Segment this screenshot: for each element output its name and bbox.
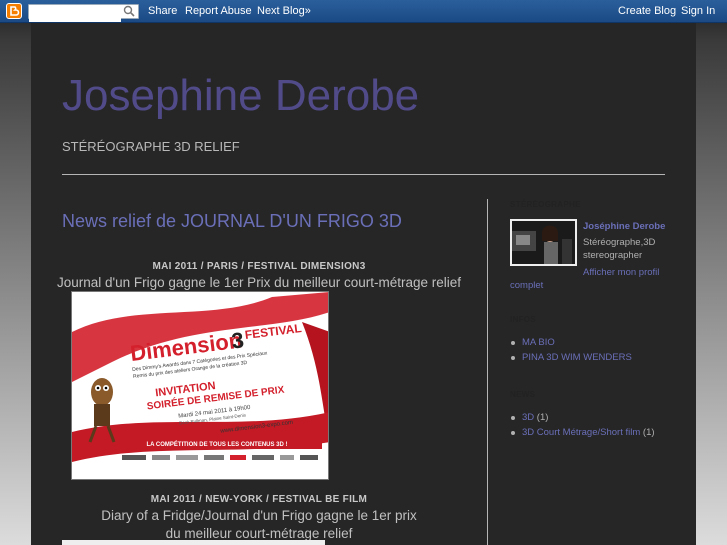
- second-image-edge[interactable]: [62, 540, 325, 545]
- festival-flyer-image[interactable]: LA COMPÉTITION DE TOUS LES CONTENUS 3D !…: [71, 291, 329, 480]
- view-profile-link[interactable]: Afficher mon profil: [583, 267, 659, 278]
- entry-text-line: du meilleur court-métrage relief: [165, 526, 353, 541]
- news-item: 3D Court Métrage/Short film (1): [522, 427, 655, 438]
- post-title[interactable]: News relief de JOURNAL D'UN FRIGO 3D: [62, 211, 402, 232]
- blog-title[interactable]: Josephine Derobe: [62, 71, 419, 121]
- news-item: 3D (1): [522, 412, 548, 423]
- blog-container: Josephine Derobe STÉRÉOGRAPHE 3D RELIEF …: [31, 23, 696, 545]
- search-input[interactable]: [29, 9, 121, 22]
- entry-text-line: Diary of a Fridge/Journal d'un Frigo gag…: [101, 508, 417, 523]
- entry-date-line: MAI 2011 / PARIS / FESTIVAL DIMENSION3: [152, 261, 366, 272]
- profile-photo-graphic: [512, 221, 575, 264]
- bullet-icon: [511, 341, 515, 345]
- blog-description: STÉRÉOGRAPHE 3D RELIEF: [62, 139, 240, 154]
- flyer-graphic: LA COMPÉTITION DE TOUS LES CONTENUS 3D !…: [72, 292, 328, 479]
- bullet-icon: [511, 356, 515, 360]
- entry-date-line: MAI 2011 / NEW-YORK / FESTIVAL BE FILM: [150, 494, 368, 505]
- sidebar-heading-news: NEWS: [510, 390, 536, 399]
- infos-link-bio[interactable]: MA BIO: [522, 337, 555, 348]
- infos-link-pina[interactable]: PINA 3D WIM WENDERS: [522, 352, 632, 363]
- header-divider: [62, 174, 665, 175]
- share-link[interactable]: Share: [148, 5, 177, 17]
- search-icon[interactable]: [123, 5, 136, 18]
- profile-desc: Stéréographe,3D: [583, 237, 656, 248]
- view-profile-link-cont[interactable]: complet: [510, 280, 543, 291]
- profile-desc: stereographer: [583, 250, 643, 261]
- blogger-logo-icon[interactable]: [6, 3, 22, 19]
- bullet-icon: [511, 416, 515, 420]
- report-abuse-link[interactable]: Report Abuse: [185, 5, 252, 17]
- sign-in-link[interactable]: Sign In: [681, 5, 715, 17]
- sidebar-heading-infos: INFOS: [510, 315, 536, 324]
- next-blog-link[interactable]: Next Blog»: [257, 5, 311, 17]
- search-field[interactable]: [28, 4, 139, 22]
- sidebar-divider: [487, 199, 488, 545]
- news-link-3d[interactable]: 3D: [522, 412, 534, 423]
- profile-name-link[interactable]: Joséphine Derobe: [583, 221, 665, 232]
- news-count: (1): [642, 427, 655, 438]
- blogger-navbar: Share Report Abuse Next Blog» Create Blo…: [0, 0, 727, 23]
- bullet-icon: [511, 431, 515, 435]
- entry-text: Journal d'un Frigo gagne le 1er Prix du …: [56, 275, 462, 290]
- news-link-short-film[interactable]: 3D Court Métrage/Short film: [522, 427, 640, 438]
- create-blog-link[interactable]: Create Blog: [618, 5, 676, 17]
- profile-photo[interactable]: [510, 219, 577, 266]
- flyer-banner-text: LA COMPÉTITION DE TOUS LES CONTENUS 3D !: [146, 440, 287, 448]
- news-count: (1): [536, 412, 549, 423]
- sidebar-heading-profile: STÉRÉOGRAPHE: [510, 200, 581, 209]
